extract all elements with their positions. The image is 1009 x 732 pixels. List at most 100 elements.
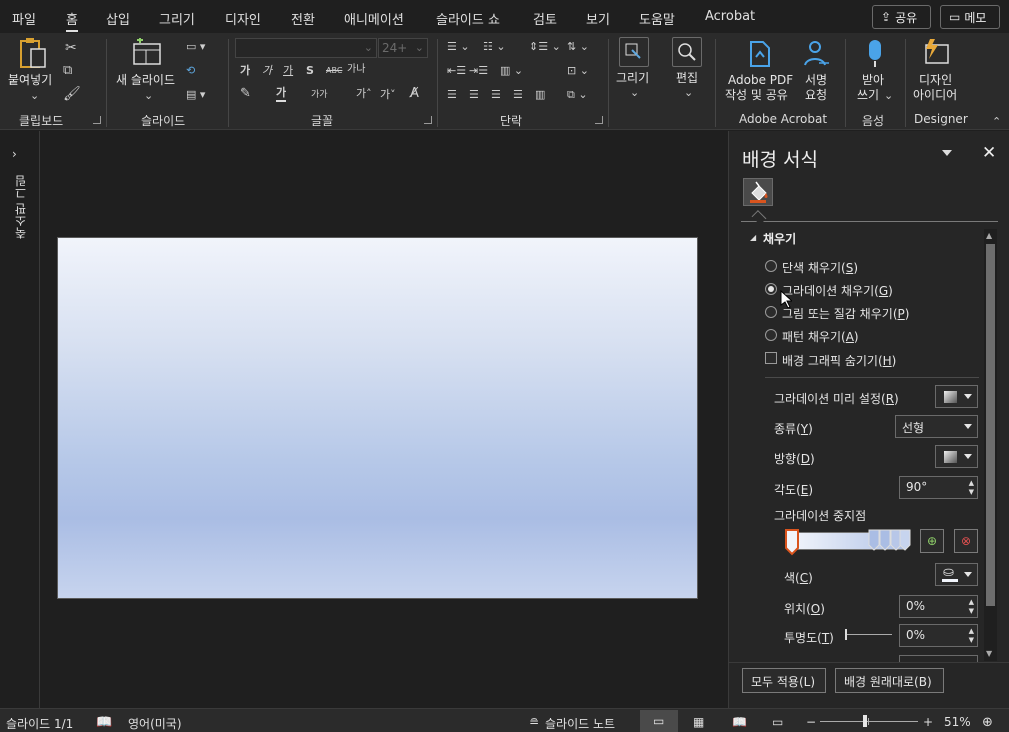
spinner-icon[interactable]: ▲ ▼ (969, 598, 974, 616)
tab-slideshow[interactable]: 슬라이드 쇼 (436, 9, 500, 28)
color-button[interactable]: ⛀ (935, 563, 978, 586)
radio-gradient-fill[interactable] (765, 283, 777, 295)
picture-fill-label[interactable]: 그림 또는 질감 채우기(P) (782, 305, 909, 322)
tab-animations[interactable]: 애니메이션 (344, 9, 404, 28)
editing-dropdown-icon[interactable]: ⌄ (684, 86, 693, 100)
zoom-level[interactable]: 51% (944, 715, 971, 729)
paste-dropdown-icon[interactable]: ⌄ (30, 89, 39, 103)
font-size-box[interactable]: 24+ ⌄ (378, 38, 428, 58)
radio-pattern-fill[interactable] (765, 329, 777, 341)
section-icon[interactable]: ▤ ▾ (186, 88, 205, 102)
language-label[interactable]: 영어(미국) (128, 715, 182, 732)
solid-fill-label[interactable]: 단색 채우기(S) (782, 259, 858, 276)
collapse-section-icon[interactable]: ◢ (750, 233, 756, 242)
new-slide-button[interactable] (131, 37, 163, 68)
close-icon[interactable]: ✕ (982, 143, 996, 163)
add-stop-button[interactable]: ⊕ (920, 529, 944, 553)
fit-to-window-icon[interactable]: ⊕ (982, 715, 993, 730)
create-pdf-button[interactable] (745, 39, 773, 69)
layout-icon[interactable]: ▭ ▾ (186, 40, 205, 54)
shadow-icon[interactable]: S (306, 64, 314, 78)
decrease-indent-icon[interactable]: ⇤☰ (447, 64, 466, 78)
grow-font-icon[interactable]: 가˄ (356, 87, 372, 101)
justify-icon[interactable]: ☰ (513, 88, 523, 102)
reset-background-button[interactable]: 배경 원래대로(B) (835, 668, 944, 693)
italic-icon[interactable]: 가 (262, 64, 272, 78)
direction-button[interactable] (935, 445, 978, 468)
tab-help[interactable]: 도움말 (639, 9, 675, 28)
font-color-icon[interactable]: 가 (276, 86, 287, 102)
align-center-icon[interactable]: ☰ (469, 88, 479, 102)
distribute-icon[interactable]: ▥ (535, 88, 545, 102)
expand-thumbnails-icon[interactable]: › (12, 147, 17, 161)
tab-home[interactable]: 홈 (66, 9, 78, 32)
transparency-input[interactable]: 0% ▲ ▼ (899, 624, 978, 647)
gradient-fill-label[interactable]: 그라데이션 채우기(G) (782, 282, 893, 299)
scroll-up-icon[interactable]: ▲ (986, 231, 992, 240)
radio-picture-fill[interactable] (765, 306, 777, 318)
thumbnails-label[interactable]: 축소판 그림 (12, 175, 29, 239)
zoom-slider[interactable] (820, 721, 918, 722)
pane-options-icon[interactable] (942, 150, 952, 156)
shrink-font-icon[interactable]: 가˅ (380, 88, 396, 102)
slide[interactable] (57, 237, 698, 599)
spacing-icon[interactable]: 가나 (347, 63, 365, 77)
clear-format-icon[interactable]: A̸ (410, 87, 419, 101)
reset-slide-icon[interactable]: ⟲ (186, 64, 195, 78)
paragraph-launcher-icon[interactable] (595, 116, 603, 124)
tab-acrobat[interactable]: Acrobat (705, 9, 755, 24)
scrollbar-thumb[interactable] (986, 244, 995, 606)
zoom-slider-thumb[interactable] (863, 715, 868, 727)
position-input[interactable]: 0% ▲ ▼ (899, 595, 978, 618)
type-select[interactable]: 선형 (895, 415, 978, 438)
line-spacing-icon[interactable]: ⇕☰ ⌄ (529, 40, 561, 54)
pattern-fill-label[interactable]: 패턴 채우기(A) (782, 328, 859, 345)
fill-section-title[interactable]: 채우기 (763, 230, 796, 247)
tab-draw[interactable]: 그리기 (159, 9, 195, 28)
align-text-icon[interactable]: ⊡ ⌄ (567, 64, 589, 78)
transparency-slider[interactable] (846, 634, 892, 635)
collapse-ribbon-icon[interactable]: ⌃ (992, 115, 1001, 129)
increase-indent-icon[interactable]: ⇥☰ (469, 64, 488, 78)
numbering-icon[interactable]: ☷ ⌄ (483, 40, 506, 54)
normal-view-button[interactable]: ▭ (640, 710, 678, 732)
new-slide-dropdown-icon[interactable]: ⌄ (144, 89, 153, 103)
editing-button[interactable] (672, 37, 702, 67)
slideshow-icon[interactable]: ▭ (772, 715, 783, 729)
tab-insert[interactable]: 삽입 (106, 9, 130, 28)
gradient-stop-selected[interactable] (784, 528, 800, 556)
hide-graphics-checkbox[interactable] (765, 352, 777, 364)
transparency-slider-thumb[interactable] (845, 629, 847, 640)
copy-icon[interactable]: ⧉ (63, 64, 72, 78)
bold-icon[interactable]: 가 (240, 64, 250, 78)
format-painter-icon[interactable]: 🖌 (63, 87, 81, 101)
scroll-down-icon[interactable]: ▼ (986, 649, 992, 658)
zoom-in-icon[interactable]: + (923, 715, 933, 729)
fill-tab[interactable] (743, 178, 773, 206)
spinner-icon[interactable]: ▲ ▼ (969, 627, 974, 645)
text-direction-icon[interactable]: ⇅ ⌄ (567, 40, 589, 54)
tab-review[interactable]: 검토 (533, 9, 557, 28)
notes-icon[interactable]: ≘ (529, 715, 539, 729)
align-left-icon[interactable]: ☰ (447, 88, 457, 102)
change-case-icon[interactable]: 가가 (311, 88, 328, 102)
design-ideas-button[interactable] (920, 37, 952, 69)
request-signature-button[interactable] (801, 39, 833, 69)
cut-icon[interactable]: ✂ (65, 41, 77, 55)
zoom-out-icon[interactable]: − (806, 715, 816, 729)
tab-transitions[interactable]: 전환 (291, 9, 315, 28)
drawing-button[interactable] (619, 37, 649, 67)
comments-button[interactable]: ▭ 메모 (940, 5, 1000, 29)
drawing-dropdown-icon[interactable]: ⌄ (630, 86, 639, 100)
tab-file[interactable]: 파일 (12, 9, 36, 28)
columns-icon[interactable]: ▥ ⌄ (500, 64, 523, 78)
remove-stop-button[interactable]: ⊗ (954, 529, 978, 553)
smartart-icon[interactable]: ⧉ ⌄ (567, 88, 588, 102)
radio-solid-fill[interactable] (765, 260, 777, 272)
font-name-box[interactable]: ⌄ (235, 38, 377, 58)
spinner-icon[interactable]: ▲ ▼ (969, 479, 974, 497)
angle-input[interactable]: 90° ▲ ▼ (899, 476, 978, 499)
gradient-stop[interactable] (899, 529, 911, 553)
bullets-icon[interactable]: ☰ ⌄ (447, 40, 470, 54)
dictate-dropdown-icon[interactable]: ⌄ (884, 89, 893, 103)
